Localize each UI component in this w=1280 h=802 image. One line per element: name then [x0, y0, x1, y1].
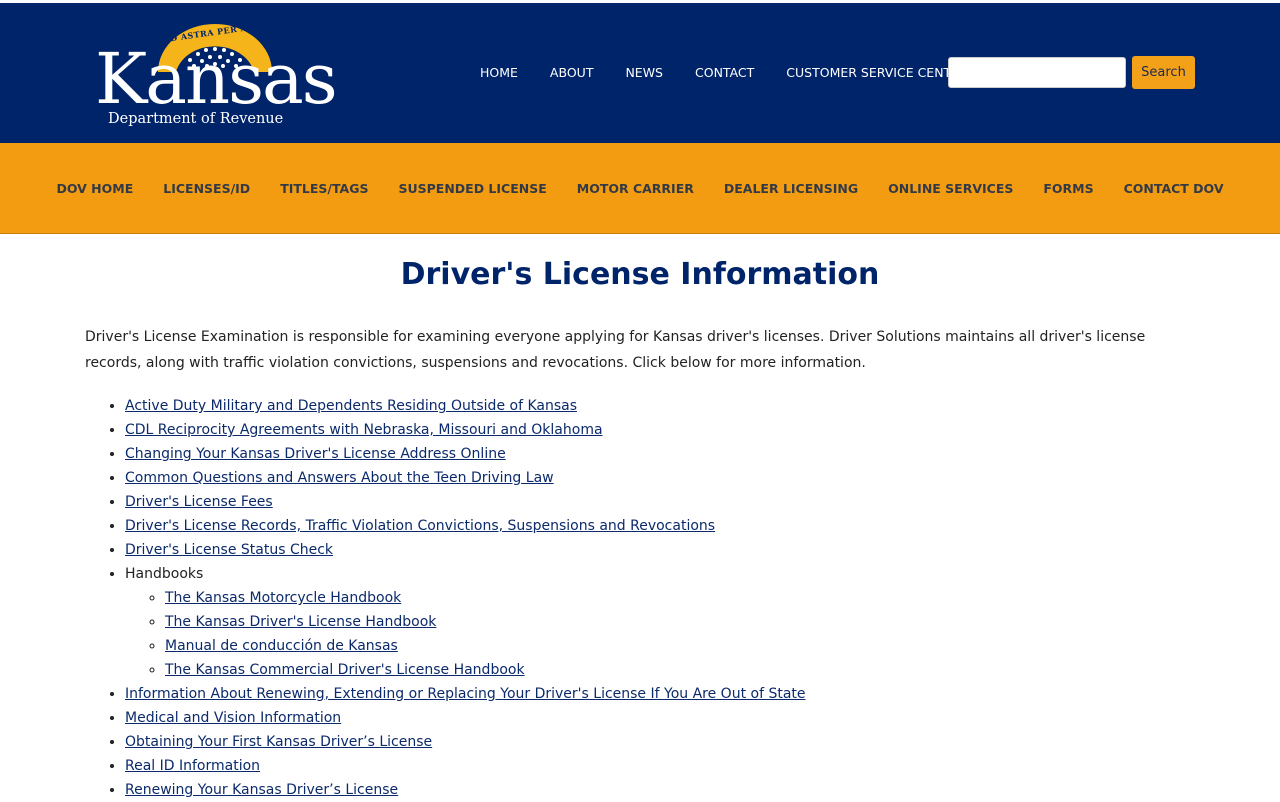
list-item: Driver's License Fees: [125, 490, 1195, 514]
list-item: Renewing Your Kansas Driver’s License: [125, 778, 1195, 802]
list-item: Manual de conducción de Kansas: [165, 634, 1195, 658]
main-nav-licenses-id[interactable]: LICENSES/ID: [148, 181, 265, 196]
top-nav-contact[interactable]: CONTACT: [679, 63, 770, 83]
list-item: Information About Renewing, Extending or…: [125, 682, 1195, 706]
link-change-address-online[interactable]: Changing Your Kansas Driver's License Ad…: [125, 446, 506, 462]
link-spanish-manual[interactable]: Manual de conducción de Kansas: [165, 638, 398, 654]
main-content: Driver's License Information Driver's Li…: [0, 256, 1280, 802]
link-cdl-reciprocity[interactable]: CDL Reciprocity Agreements with Nebraska…: [125, 422, 603, 438]
list-item: Active Duty Military and Dependents Resi…: [125, 394, 1195, 418]
main-nav-motor-carrier[interactable]: MOTOR CARRIER: [562, 181, 709, 196]
masthead: AD ASTRA PER ASPERA Kansas Department of…: [0, 3, 1280, 143]
top-nav: HOME ABOUT NEWS CONTACT CUSTOMER SERVICE…: [464, 63, 984, 83]
top-nav-about[interactable]: ABOUT: [534, 63, 610, 83]
link-cdl-handbook[interactable]: The Kansas Commercial Driver's License H…: [165, 662, 525, 678]
info-link-list: Active Duty Military and Dependents Resi…: [85, 394, 1195, 802]
main-nav-online-services[interactable]: ONLINE SERVICES: [873, 181, 1028, 196]
page-title: Driver's License Information: [400, 257, 880, 292]
logo-subtitle: Department of Revenue: [108, 111, 284, 127]
link-out-of-state-renewal[interactable]: Information About Renewing, Extending or…: [125, 686, 806, 702]
link-motorcycle-handbook[interactable]: The Kansas Motorcycle Handbook: [165, 590, 401, 606]
list-item: The Kansas Commercial Driver's License H…: [165, 658, 1195, 682]
handbooks-sublist: The Kansas Motorcycle Handbook The Kansa…: [125, 586, 1195, 682]
search-button[interactable]: Search: [1132, 56, 1195, 89]
top-nav-home[interactable]: HOME: [464, 63, 534, 83]
link-teen-driving-law[interactable]: Common Questions and Answers About the T…: [125, 470, 554, 486]
link-real-id[interactable]: Real ID Information: [125, 758, 260, 774]
list-item: Changing Your Kansas Driver's License Ad…: [125, 442, 1195, 466]
list-item-handbooks: Handbooks The Kansas Motorcycle Handbook…: [125, 562, 1195, 682]
main-nav-suspended-license[interactable]: SUSPENDED LICENSE: [383, 181, 561, 196]
list-item: Driver's License Status Check: [125, 538, 1195, 562]
list-item: Common Questions and Answers About the T…: [125, 466, 1195, 490]
search-box: [948, 57, 1126, 88]
list-item: The Kansas Motorcycle Handbook: [165, 586, 1195, 610]
main-nav-titles-tags[interactable]: TITLES/TAGS: [265, 181, 383, 196]
link-first-license[interactable]: Obtaining Your First Kansas Driver’s Lic…: [125, 734, 432, 750]
link-license-fees[interactable]: Driver's License Fees: [125, 494, 273, 510]
main-nav: DOV HOME LICENSES/ID TITLES/TAGS SUSPEND…: [0, 143, 1280, 234]
search-input[interactable]: [949, 58, 1125, 87]
link-renewing-license[interactable]: Renewing Your Kansas Driver’s License: [125, 782, 398, 798]
list-item: Obtaining Your First Kansas Driver’s Lic…: [125, 730, 1195, 754]
list-item: Driver's License Records, Traffic Violat…: [125, 514, 1195, 538]
link-medical-vision[interactable]: Medical and Vision Information: [125, 710, 341, 726]
list-item: The Kansas Driver's License Handbook: [165, 610, 1195, 634]
main-nav-forms[interactable]: FORMS: [1028, 181, 1108, 196]
link-active-duty-military[interactable]: Active Duty Military and Dependents Resi…: [125, 398, 577, 414]
list-item: CDL Reciprocity Agreements with Nebraska…: [125, 418, 1195, 442]
main-nav-contact-dov[interactable]: CONTACT DOV: [1109, 181, 1239, 196]
link-status-check[interactable]: Driver's License Status Check: [125, 542, 333, 558]
intro-paragraph: Driver's License Examination is responsi…: [85, 329, 1146, 371]
list-item: Medical and Vision Information: [125, 706, 1195, 730]
main-nav-dealer-licensing[interactable]: DEALER LICENSING: [709, 181, 873, 196]
main-nav-dov-home[interactable]: DOV HOME: [41, 181, 148, 196]
logo-wordmark: Kansas: [95, 38, 338, 120]
link-drivers-license-handbook[interactable]: The Kansas Driver's License Handbook: [165, 614, 436, 630]
list-item: Real ID Information: [125, 754, 1195, 778]
top-nav-news[interactable]: NEWS: [609, 63, 679, 83]
handbooks-label: Handbooks: [125, 566, 204, 582]
kansas-logo[interactable]: AD ASTRA PER ASPERA Kansas Department of…: [95, 18, 338, 135]
link-license-records[interactable]: Driver's License Records, Traffic Violat…: [125, 518, 715, 534]
